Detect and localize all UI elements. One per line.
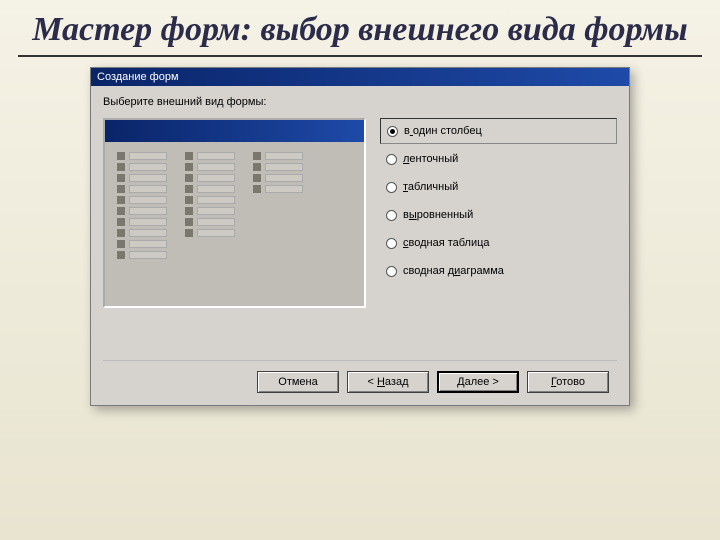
option-label: табличный — [403, 181, 458, 193]
layout-option-4[interactable]: сводная таблица — [380, 230, 617, 256]
layout-option-1[interactable]: ленточный — [380, 146, 617, 172]
preview-grid — [105, 142, 364, 269]
layout-option-2[interactable]: табличный — [380, 174, 617, 200]
radio-icon — [386, 182, 397, 193]
radio-icon — [387, 126, 398, 137]
option-label: ленточный — [403, 153, 458, 165]
button-row: Отмена < Назад Далее > Готово — [103, 360, 617, 405]
radio-icon — [386, 210, 397, 221]
layout-option-3[interactable]: выровненный — [380, 202, 617, 228]
layout-options: в один столбец ленточный табличный выровнен… — [380, 118, 617, 284]
radio-icon — [386, 266, 397, 277]
option-label: сводная таблица — [403, 237, 490, 249]
slide-title: Мастер форм: выбор внешнего вида формы — [0, 0, 720, 55]
instruction-text: Выберите внешний вид формы: — [103, 96, 617, 108]
cancel-button[interactable]: Отмена — [257, 371, 339, 393]
radio-icon — [386, 238, 397, 249]
finish-button[interactable]: Готово — [527, 371, 609, 393]
dialog-body: Выберите внешний вид формы: — [91, 86, 629, 405]
wizard-dialog: Создание форм Выберите внешний вид формы… — [90, 67, 630, 406]
dialog-titlebar: Создание форм — [91, 68, 629, 86]
main-row: в один столбец ленточный табличный выровнен… — [103, 118, 617, 308]
layout-preview — [103, 118, 366, 308]
next-button[interactable]: Далее > — [437, 371, 519, 393]
option-label: в один столбец — [404, 125, 482, 137]
option-label: сводная диаграмма — [403, 265, 504, 277]
back-button[interactable]: < Назад — [347, 371, 429, 393]
radio-icon — [386, 154, 397, 165]
title-rule — [18, 55, 702, 57]
layout-option-5[interactable]: сводная диаграмма — [380, 258, 617, 284]
preview-header — [105, 120, 364, 142]
option-label: выровненный — [403, 209, 473, 221]
layout-option-0[interactable]: в один столбец — [380, 118, 617, 144]
